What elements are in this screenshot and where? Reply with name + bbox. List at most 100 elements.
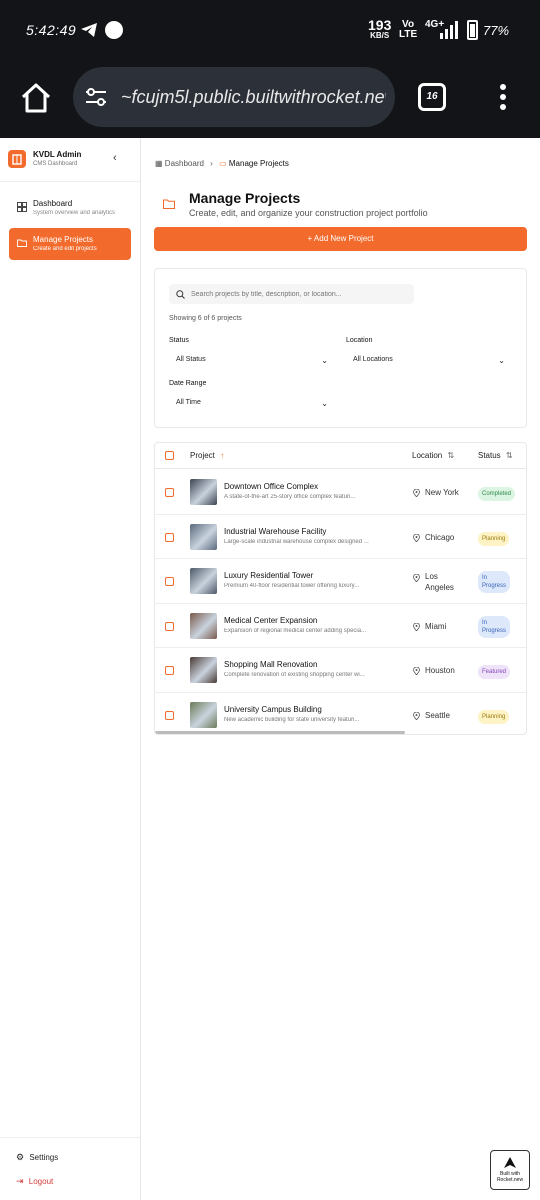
sidebar: KVDL Admin CMS Dashboard ‹ Dashboard Sys… [0,138,141,1200]
project-name[interactable]: Industrial Warehouse Facility [224,527,326,536]
map-pin-icon [413,667,420,675]
overflow-menu-icon[interactable] [497,84,509,112]
location-filter-value: All Locations [353,356,393,363]
table-row[interactable]: University Campus Building New academic b… [155,693,526,735]
home-icon[interactable] [18,80,54,116]
status-badge: Planning [478,709,510,724]
project-description: Complete renovation of existing shopping… [224,672,365,678]
clock: 5:42:49 [26,22,77,38]
project-name[interactable]: Luxury Residential Tower [224,571,313,580]
column-header-status[interactable]: Status ⇅ [478,451,513,460]
row-checkbox[interactable] [165,621,174,631]
map-pin-icon [413,533,420,542]
telegram-icon [81,23,97,37]
select-all-checkbox[interactable] [165,451,174,460]
status-badge: In Progress [478,615,511,638]
sidebar-item-dashboard[interactable]: Dashboard System overview and analytics [9,192,131,224]
browser-toolbar: ~fcujm5l.public.builtwithrocket.new 16 [0,60,540,138]
sidebar-footer: ⚙ Settings ⇥ Logout [0,1137,140,1200]
results-count: Showing 6 of 6 projects [169,315,242,322]
volte-indicator: Vo LTE [399,19,418,40]
sort-icon: ⇅ [505,451,513,460]
column-header-location[interactable]: Location ⇅ [412,451,454,460]
battery-icon [467,20,478,40]
built-with-rocket-badge[interactable]: Built with Rocket.new [490,1150,530,1190]
horizontal-scrollbar[interactable] [155,731,405,734]
network-type: 4G+ [425,19,445,30]
status-filter-label: Status [169,337,189,344]
status-filter-value: All Status [176,356,206,363]
logout-label: Logout [28,1177,54,1186]
page-title: Manage Projects [189,190,301,206]
map-pin-icon [413,622,420,631]
table-row[interactable]: Downtown Office Complex A state-of-the-ar… [155,470,526,515]
logout-link[interactable]: ⇥ Logout [16,1176,53,1187]
table-header: Project ↑ Location ⇅ Status ⇅ [155,443,526,469]
table-row[interactable]: Luxury Residential Tower Premium 40-floor… [155,559,526,604]
row-checkbox[interactable] [165,710,174,720]
breadcrumb-home[interactable]: Dashboard [165,159,204,168]
folder-icon [17,239,27,247]
add-new-project-button[interactable]: + Add New Project [154,227,527,251]
project-thumbnail [190,701,217,728]
column-header-project[interactable]: Project ↑ [190,451,224,460]
sidebar-item-description: System overview and analytics [33,210,116,216]
grid-icon: ▦ [155,159,163,168]
search-input[interactable] [169,284,414,304]
project-location: Seattle [425,710,450,720]
page-subtitle: Create, edit, and organize your construc… [189,208,428,218]
status-bar: 5:42:49 193 KB/S Vo LTE 4G+ 77% [0,0,540,60]
column-label: Status [478,451,501,460]
chevron-down-icon: ⌄ [321,399,328,408]
row-checkbox[interactable] [165,488,174,497]
project-location: Chicago [425,532,455,542]
project-description: A state-of-the-art 25-story office compl… [224,494,356,500]
sidebar-item-label: Manage Projects [33,235,94,244]
search-icon [176,290,185,299]
sort-asc-icon: ↑ [220,451,225,460]
project-thumbnail [190,612,217,639]
address-bar[interactable]: ~fcujm5l.public.builtwithrocket.new [73,67,395,127]
row-checkbox[interactable] [165,532,174,542]
gear-icon: ⚙ [16,1152,25,1162]
row-checkbox[interactable] [165,666,174,675]
project-thumbnail [190,568,217,594]
sidebar-item-description: Create and edit projects [33,246,97,252]
sort-icon: ⇅ [447,451,455,460]
status-badge: In Progress [478,571,511,593]
project-name[interactable]: Downtown Office Complex [224,482,318,491]
chevron-down-icon: ⌄ [321,356,328,365]
project-thumbnail [190,479,217,505]
brand-subtitle: CMS Dashboard [33,161,78,167]
status-badge: Featured [478,665,511,679]
status-badge: Completed [478,487,516,501]
sidebar-item-manage-projects[interactable]: Manage Projects Create and edit projects [9,228,131,260]
grid-icon [17,202,27,212]
table-row[interactable]: Shopping Mall Renovation Complete renovat… [155,648,526,693]
date-filter-value: All Time [176,399,201,406]
project-name[interactable]: University Campus Building [224,705,322,714]
location-filter-select[interactable]: All Locations ⌄ [353,356,505,374]
date-filter-select[interactable]: All Time ⌄ [176,399,328,417]
tab-switcher-button[interactable]: 16 [418,83,446,111]
url-text[interactable]: ~fcujm5l.public.builtwithrocket.new [121,87,386,108]
project-description: Premium 40-floor residential tower offer… [224,583,360,589]
project-description: Large-scale industrial warehouse complex… [224,538,369,545]
app-notification-icon [105,21,123,39]
project-name[interactable]: Medical Center Expansion [224,616,317,625]
status-filter-select[interactable]: All Status ⌄ [176,356,328,374]
map-pin-icon [413,711,420,720]
site-settings-icon[interactable] [85,88,107,106]
table-row[interactable]: Medical Center Expansion Expansion of reg… [155,604,526,648]
battery-percent: 77% [483,23,510,38]
project-location: Los Angeles [425,572,454,592]
project-thumbnail [190,523,217,550]
project-name[interactable]: Shopping Mall Renovation [224,660,317,669]
collapse-sidebar-button[interactable]: ‹ [113,152,117,164]
settings-link[interactable]: ⚙ Settings [16,1152,58,1163]
chevron-down-icon: ⌄ [498,356,505,365]
table-row[interactable]: Industrial Warehouse Facility Large-scale… [155,515,526,559]
rocket-icon [504,1157,516,1168]
sidebar-item-label: Dashboard [33,199,73,208]
row-checkbox[interactable] [165,577,174,586]
